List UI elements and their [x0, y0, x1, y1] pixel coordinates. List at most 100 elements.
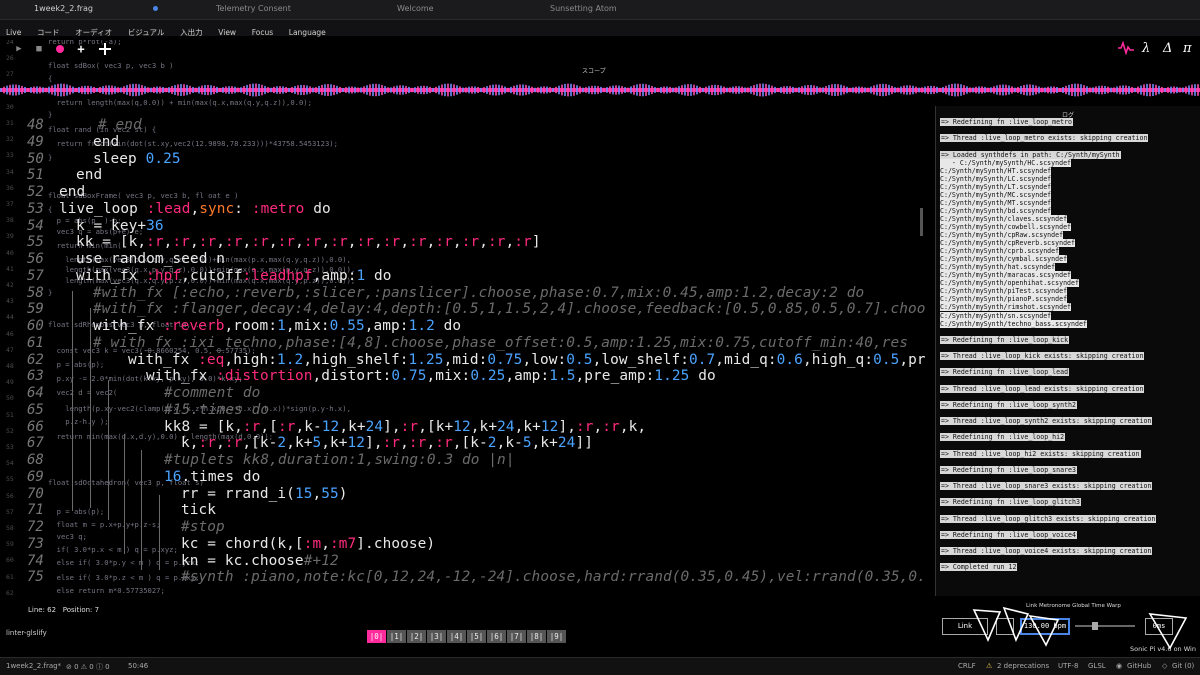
code-editor[interactable]: 2426272830313233343637383940414243444647… — [0, 40, 935, 600]
record-icon[interactable] — [53, 42, 67, 56]
scope-bar — [852, 87, 854, 93]
scope-bar — [651, 85, 653, 95]
footer-github[interactable]: GitHub — [1127, 662, 1151, 670]
sonic-code-line[interactable]: with_fx :distortion,distort:0.75,mix:0.2… — [146, 368, 716, 384]
log-entry-text: => Redefining fn :live_loop_glitch3 — [940, 498, 1081, 507]
footer-cursor[interactable]: 50:46 — [128, 662, 148, 670]
scope-bar — [909, 85, 911, 95]
sonic-code-line[interactable]: k = key+36 — [76, 218, 164, 234]
buffer-tab-1[interactable]: |1| — [387, 630, 406, 643]
glsl-code-line: } — [48, 110, 53, 119]
sonic-code-line[interactable]: rr = rrand_i(15,55) — [181, 486, 348, 502]
gutter-line-number: 50 — [6, 394, 14, 403]
add-icon[interactable]: + — [74, 42, 88, 56]
footer-git[interactable]: Git (0) — [1172, 662, 1194, 670]
footer-problem-counts[interactable]: ⊘ 0 ⚠ 0 ⓘ 0 — [66, 662, 110, 672]
footer-deprecations[interactable]: 2 deprecations — [997, 662, 1049, 670]
sonic-code-line[interactable]: # end — [98, 117, 142, 133]
sonic-code-line[interactable]: #15.times do — [164, 402, 269, 418]
sonic-code-line[interactable]: k,:r,:r,[k-2,k+5,k+12],:r,:r,:r,[k-2,k-5… — [181, 435, 593, 451]
waveform-icon[interactable] — [1118, 40, 1134, 59]
lambda-icon[interactable]: λ — [1142, 41, 1150, 56]
tab-telemetry-consent[interactable]: Telemetry Consent — [216, 4, 291, 13]
scope-bar — [57, 83, 59, 97]
buffer-tab-6[interactable]: |6| — [487, 630, 506, 643]
scope-bar — [894, 87, 896, 93]
pi-icon[interactable]: π — [1183, 41, 1192, 56]
scope-bar — [963, 85, 965, 95]
sonic-code-line[interactable]: tick — [181, 502, 216, 518]
scope-bar — [762, 83, 764, 97]
sonic-code-line[interactable]: use_random_seed n — [76, 251, 225, 267]
status-bar: 1week2_2.frag* ⊘ 0 ⚠ 0 ⓘ 0 50:46 CRLF ⚠ … — [0, 657, 1200, 675]
sonic-line-number: 54 — [27, 217, 44, 234]
gutter-line-number: 36 — [6, 183, 14, 192]
scope-bar — [39, 86, 41, 94]
scope-bar — [378, 84, 380, 96]
scope-bar — [492, 84, 494, 96]
sonic-code-line[interactable]: kn = kc.choose#+12 — [181, 553, 339, 569]
buffer-tab-8[interactable]: |8| — [527, 630, 546, 643]
sonic-code-line[interactable]: with_fx :hpf,cutoff:leadhpf,amp:1 do — [76, 268, 392, 284]
scope-bar — [732, 86, 734, 94]
sonic-code-line[interactable]: live_loop :lead,sync: :metro do — [59, 201, 331, 217]
sonic-code-line[interactable]: 16.times do — [164, 469, 260, 485]
buffer-tab-7[interactable]: |7| — [507, 630, 526, 643]
scope-bar — [687, 84, 689, 96]
log-entry: C:/Synth/mySynth/bd.scsyndef — [940, 206, 1052, 215]
sonic-code-line[interactable]: #stop — [181, 519, 225, 535]
footer-line-ending[interactable]: CRLF — [958, 662, 976, 670]
scope-bar — [543, 86, 545, 94]
sonic-code-line[interactable]: # with_fx :ixi_techno,phase:[4,8].choose… — [93, 335, 908, 351]
tab-frag-file[interactable]: 1week2_2.frag — [34, 4, 93, 13]
sonic-code-line[interactable]: #comment do — [164, 385, 260, 401]
scope-bar — [813, 85, 815, 95]
scope-bar — [1104, 85, 1106, 95]
scope-bar — [108, 85, 110, 95]
buffer-tab-0[interactable]: |0| — [367, 630, 386, 643]
scope-bar — [411, 87, 413, 93]
scope-bar — [129, 84, 131, 96]
sonic-code-line[interactable]: #with_fx :flanger,decay:4,delay:4,depth:… — [93, 301, 926, 317]
scope-bar — [1188, 85, 1190, 95]
sonic-code-line[interactable]: #with_fx [:echo,:reverb,:slicer,:panslic… — [93, 285, 864, 301]
tab-sunsetting-atom[interactable]: Sunsetting Atom — [550, 4, 617, 13]
sonic-code-line[interactable]: with_fx :eq,high:1.2,high_shelf:1.25,mid… — [128, 352, 926, 368]
sonic-code-line[interactable]: kc = chord(k,[:m,:m7].choose) — [181, 536, 435, 552]
sonic-code-line[interactable]: end — [76, 167, 102, 183]
editor-scrollbar[interactable] — [920, 208, 923, 236]
log-entry-text: => Thread :live_loop_snare3 exists: skip… — [940, 482, 1153, 491]
menu-bar: Live コード オーディオ ビジュアル 入出力 View Focus Lang… — [0, 20, 1200, 37]
play-icon[interactable]: ▶ — [12, 42, 26, 56]
sonic-code-line[interactable]: kk8 = [k,:r,[:r,k-12,k+24],:r,[k+12,k+24… — [164, 419, 646, 435]
scope-bar — [627, 87, 629, 93]
stop-icon[interactable]: ■ — [32, 42, 46, 56]
sonic-code-line[interactable]: kk = [k,:r,:r,:r,:r,:r,:r,:r,:r,:r,:r,:r… — [76, 234, 541, 250]
buffer-tab-2[interactable]: |2| — [407, 630, 426, 643]
footer-grammar[interactable]: GLSL — [1088, 662, 1106, 670]
scope-bar — [426, 86, 428, 94]
buffer-tab-4[interactable]: |4| — [447, 630, 466, 643]
buffer-tab-9[interactable]: |9| — [547, 630, 566, 643]
sonic-code-line[interactable]: end — [93, 134, 119, 150]
scope-bar — [867, 87, 869, 93]
delta-icon[interactable]: Δ — [1163, 41, 1172, 56]
scope-bar — [603, 87, 605, 93]
sonic-code-line[interactable]: end — [59, 184, 85, 200]
sonic-line-number: 51 — [27, 167, 44, 184]
move-icon[interactable] — [98, 42, 112, 56]
tab-welcome[interactable]: Welcome — [397, 4, 434, 13]
sonic-code-line[interactable]: #tuplets kk8,duration:1,swing:0.3 do |n| — [164, 452, 515, 468]
sonic-code-line[interactable]: sleep 0.25 — [93, 151, 181, 167]
scope-bar — [825, 86, 827, 94]
sonic-code-line[interactable]: with_fx :reverb,room:1,mix:0.55,amp:1.2 … — [93, 318, 461, 334]
footer-encoding[interactable]: UTF-8 — [1058, 662, 1078, 670]
log-entry: => Loaded synthdefs in path: C:/Synth/my… — [940, 150, 1121, 159]
buffer-tab-5[interactable]: |5| — [467, 630, 486, 643]
sonic-code-line[interactable]: #synth :piano,note:kc[0,12,24,-12,-24].c… — [181, 569, 926, 585]
scope-bar — [357, 87, 359, 93]
scope-bar — [912, 85, 914, 95]
footer-file[interactable]: 1week2_2.frag* — [6, 662, 61, 670]
log-entry-text: C:/Synth/mySynth/cpRaw.scsyndef — [940, 231, 1064, 239]
buffer-tab-3[interactable]: |3| — [427, 630, 446, 643]
